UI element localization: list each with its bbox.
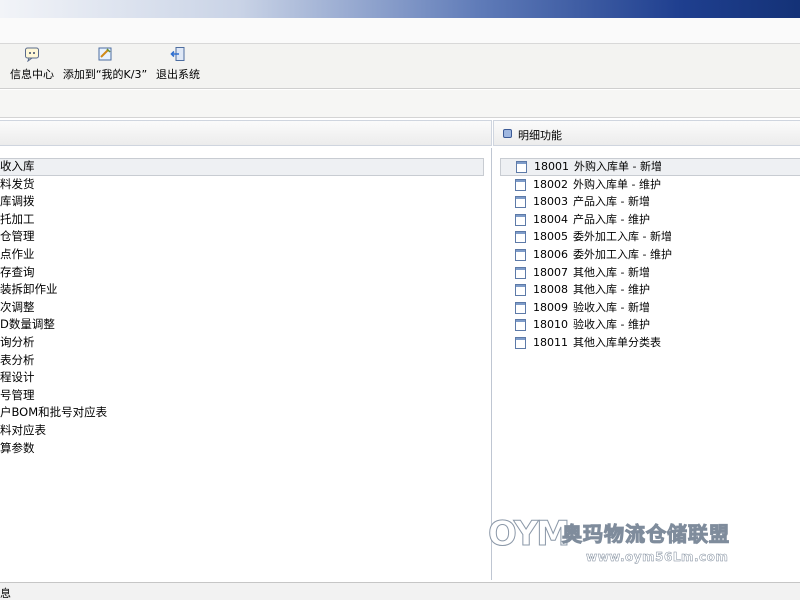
- function-name: 验收入库 - 维护: [573, 318, 650, 332]
- category-item[interactable]: 仓管理: [0, 228, 490, 246]
- function-name: 委外加工入库 - 新增: [573, 230, 672, 244]
- panel-bullet-icon: [503, 129, 512, 138]
- function-item[interactable]: 18009 验收入库 - 新增: [500, 299, 800, 317]
- category-panel-header: [0, 120, 492, 146]
- function-item[interactable]: 18008 其他入库 - 维护: [500, 281, 800, 299]
- category-panel: 收入库 料发货 库调拨 托加工 仓管理 点作业 存查询 装拆卸作业 次调整 D数…: [0, 148, 492, 580]
- function-item[interactable]: 18003 产品入库 - 新增: [500, 193, 800, 211]
- category-item[interactable]: 托加工: [0, 211, 490, 229]
- function-name: 产品入库 - 维护: [573, 212, 650, 226]
- status-bar: 息: [0, 582, 800, 600]
- add-favorite-icon: [98, 47, 112, 61]
- function-name: 验收入库 - 新增: [573, 300, 650, 314]
- category-item[interactable]: 程设计: [0, 369, 490, 387]
- function-code: 18010: [533, 318, 568, 332]
- add-to-my-k3-label: 添加到“我的K/3”: [62, 68, 148, 81]
- document-icon: [516, 161, 527, 173]
- function-code: 18001: [534, 160, 569, 173]
- function-item[interactable]: 18010 验收入库 - 维护: [500, 316, 800, 334]
- exit-system-label: 退出系统: [156, 68, 200, 81]
- document-icon: [515, 301, 526, 314]
- function-code: 18005: [533, 230, 568, 244]
- function-item[interactable]: 18001 外购入库单 - 新增: [500, 158, 800, 176]
- category-item[interactable]: 号管理: [0, 387, 490, 405]
- document-icon: [515, 196, 526, 209]
- category-item[interactable]: 表分析: [0, 352, 490, 370]
- document-icon: [515, 213, 526, 226]
- category-item[interactable]: 点作业: [0, 246, 490, 264]
- function-name: 其他入库 - 新增: [573, 265, 650, 279]
- title-bar: [0, 0, 800, 18]
- category-item[interactable]: 库调拨: [0, 193, 490, 211]
- exit-system-button[interactable]: 退出系统: [154, 46, 202, 86]
- document-icon: [515, 336, 526, 349]
- category-item[interactable]: 装拆卸作业: [0, 281, 490, 299]
- category-item[interactable]: 存查询: [0, 264, 490, 282]
- navigation-band: [0, 90, 800, 118]
- function-code: 18009: [533, 300, 568, 314]
- document-icon: [515, 319, 526, 332]
- function-list: 18001 外购入库单 - 新增 18002 外购入库单 - 维护 18003 产品入…: [500, 158, 800, 352]
- function-name: 其他入库单分类表: [573, 335, 661, 349]
- detail-panel-header: 明细功能: [493, 120, 800, 146]
- category-list: 收入库 料发货 库调拨 托加工 仓管理 点作业 存查询 装拆卸作业 次调整 D数…: [0, 158, 490, 457]
- detail-panel-title: 明细功能: [518, 129, 562, 142]
- function-name: 委外加工入库 - 维护: [573, 247, 672, 261]
- function-code: 18007: [533, 265, 568, 279]
- function-code: 18006: [533, 247, 568, 261]
- function-item[interactable]: 18006 委外加工入库 - 维护: [500, 246, 800, 264]
- function-item[interactable]: 18004 产品入库 - 维护: [500, 211, 800, 229]
- add-to-my-k3-button[interactable]: 添加到“我的K/3”: [62, 46, 148, 86]
- category-item[interactable]: 次调整: [0, 299, 490, 317]
- document-icon: [515, 178, 526, 191]
- function-item[interactable]: 18007 其他入库 - 新增: [500, 264, 800, 282]
- function-item[interactable]: 18011 其他入库单分类表: [500, 334, 800, 352]
- document-icon: [515, 266, 526, 279]
- category-item[interactable]: 户BOM和批号对应表: [0, 404, 490, 422]
- category-item[interactable]: 料对应表: [0, 422, 490, 440]
- info-center-label: 信息中心: [10, 68, 54, 81]
- function-name: 产品入库 - 新增: [573, 195, 650, 209]
- category-item[interactable]: 料发货: [0, 176, 490, 194]
- menu-bar: [0, 18, 800, 44]
- category-item[interactable]: D数量调整: [0, 316, 490, 334]
- exit-icon: [170, 47, 185, 61]
- function-name: 其他入库 - 维护: [573, 283, 650, 297]
- function-name: 外购入库单 - 新增: [574, 160, 662, 173]
- function-name: 外购入库单 - 维护: [573, 177, 661, 191]
- info-center-icon: [25, 47, 39, 62]
- function-code: 18004: [533, 212, 568, 226]
- category-item[interactable]: 询分析: [0, 334, 490, 352]
- document-icon: [515, 248, 526, 261]
- function-item[interactable]: 18002 外购入库单 - 维护: [500, 176, 800, 194]
- category-item[interactable]: 算参数: [0, 440, 490, 458]
- status-text: 息: [0, 587, 11, 600]
- function-code: 18002: [533, 177, 568, 191]
- toolbar: 信息中心 添加到“我的K/3” 退出系统: [0, 44, 800, 89]
- detail-function-panel: 18001 外购入库单 - 新增 18002 外购入库单 - 维护 18003 产品入…: [493, 148, 800, 580]
- function-code: 18003: [533, 195, 568, 209]
- function-item[interactable]: 18005 委外加工入库 - 新增: [500, 228, 800, 246]
- category-item[interactable]: 收入库: [0, 158, 484, 176]
- document-icon: [515, 284, 526, 297]
- function-code: 18008: [533, 283, 568, 297]
- function-code: 18011: [533, 335, 568, 349]
- document-icon: [515, 231, 526, 244]
- info-center-button[interactable]: 信息中心: [8, 46, 56, 86]
